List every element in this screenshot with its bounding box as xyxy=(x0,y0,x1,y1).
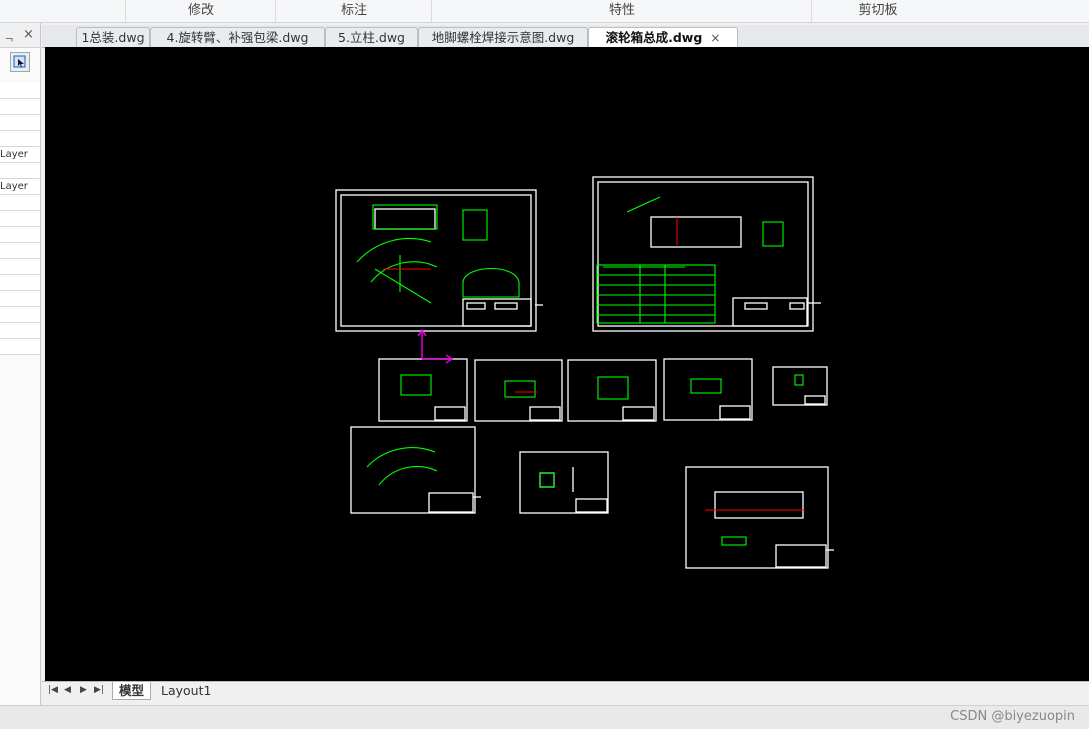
layer-state-button[interactable] xyxy=(10,52,30,72)
ribbon-group-blank xyxy=(0,0,125,22)
small-view xyxy=(794,374,804,386)
part-view xyxy=(400,374,432,396)
title-cell xyxy=(789,302,805,310)
layer-row[interactable] xyxy=(0,291,40,307)
tab-anchor-bolt[interactable]: 地脚螺栓焊接示意图.dwg xyxy=(418,27,588,47)
title-block xyxy=(575,498,608,513)
document-tab-bar: 1总装.dwg 4.旋转臂、补强包梁.dwg 5.立柱.dwg 地脚螺栓焊接示意… xyxy=(42,25,1089,48)
drawing-canvas[interactable] xyxy=(45,47,1089,681)
layer-row[interactable] xyxy=(0,115,40,131)
tab-1-assembly[interactable]: 1总装.dwg xyxy=(76,27,150,47)
last-layout-icon[interactable]: ▶| xyxy=(94,685,104,695)
title-block xyxy=(804,395,826,405)
tab-label: 地脚螺栓焊接示意图.dwg xyxy=(431,30,575,45)
ribbon-group-dimension[interactable]: 标注 xyxy=(275,0,432,22)
layer-row[interactable]: Layer xyxy=(0,179,40,195)
layer-row[interactable] xyxy=(0,163,40,179)
detail-view xyxy=(762,221,784,247)
part-view xyxy=(597,376,629,400)
prev-layout-icon[interactable]: ◀ xyxy=(64,685,71,695)
sheet-frame xyxy=(567,359,657,422)
layer-row[interactable] xyxy=(0,307,40,323)
sheet-frame xyxy=(663,358,753,421)
construction-line xyxy=(374,268,432,304)
model-space-drawing xyxy=(335,176,834,569)
layer-row[interactable] xyxy=(0,131,40,147)
title-cell xyxy=(466,302,486,310)
tab-roller-box-assembly[interactable]: 滚轮箱总成.dwg × xyxy=(588,27,738,48)
layer-row[interactable] xyxy=(0,99,40,115)
ribbon-group-properties[interactable]: 特性 xyxy=(431,0,812,22)
sheet-frame xyxy=(592,176,814,332)
status-bar: CSDN @biyezuopin xyxy=(0,705,1089,729)
layout-tab-bar: |◀ ◀ ▶ ▶| 模型 Layout1 xyxy=(42,681,1089,700)
leader-line xyxy=(626,196,661,213)
arc-view xyxy=(366,447,436,468)
ribbon-group-modify[interactable]: 修改 xyxy=(125,0,276,22)
title-block xyxy=(434,406,466,421)
layer-row[interactable] xyxy=(0,323,40,339)
sheet-frame xyxy=(772,366,828,406)
layer-row[interactable] xyxy=(0,259,40,275)
tab-4-rotating-arm[interactable]: 4.旋转臂、补强包梁.dwg xyxy=(150,27,325,47)
part-view xyxy=(374,208,436,230)
title-block xyxy=(428,492,474,513)
layer-row[interactable] xyxy=(0,339,40,355)
layer-row[interactable] xyxy=(0,195,40,211)
title-cell xyxy=(744,302,768,310)
layer-row[interactable] xyxy=(0,211,40,227)
watermark: CSDN @biyezuopin xyxy=(950,709,1075,724)
pin-icon[interactable]: ᆨ xyxy=(4,28,14,44)
block-view xyxy=(539,472,555,488)
sheet-frame xyxy=(335,189,537,332)
layer-panel: ᆨ × Layer Layer xyxy=(0,23,41,705)
arc-view xyxy=(378,466,438,486)
tab-label: 4.旋转臂、补强包梁.dwg xyxy=(166,30,309,45)
tab-label: 1总装.dwg xyxy=(81,30,145,45)
part-view xyxy=(714,491,804,519)
next-layout-icon[interactable]: ▶ xyxy=(80,685,87,695)
sheet-border xyxy=(597,181,809,327)
close-icon[interactable]: × xyxy=(23,27,34,42)
tab-label: 5.立柱.dwg xyxy=(338,30,405,45)
layer-row[interactable] xyxy=(0,83,40,99)
tab-label: 滚轮箱总成.dwg xyxy=(605,30,703,45)
parts-list xyxy=(596,264,716,324)
part-view xyxy=(690,378,722,394)
part-view xyxy=(504,380,536,398)
layer-panel-header: ᆨ × xyxy=(0,23,40,48)
title-block xyxy=(775,544,827,568)
layer-list: Layer Layer xyxy=(0,83,40,355)
iso-view xyxy=(462,267,520,298)
title-block xyxy=(732,297,808,327)
layer-row[interactable] xyxy=(0,243,40,259)
sheet-border xyxy=(340,194,532,327)
side-view xyxy=(462,209,488,241)
close-tab-icon[interactable]: × xyxy=(710,31,720,45)
layer-row[interactable]: Layer xyxy=(0,147,40,163)
ribbon-group-clipboard[interactable]: 剪切板 xyxy=(811,0,944,22)
ucs-icon xyxy=(417,328,454,364)
title-block xyxy=(719,405,751,420)
tab-layout1[interactable]: Layout1 xyxy=(155,682,217,699)
layer-row[interactable] xyxy=(0,227,40,243)
sheet-frame xyxy=(350,426,476,514)
tab-model[interactable]: 模型 xyxy=(112,682,152,700)
sheet-frame xyxy=(519,451,609,514)
sheet-frame xyxy=(378,358,468,422)
sheet-frame xyxy=(474,359,563,422)
tab-5-column[interactable]: 5.立柱.dwg xyxy=(325,27,418,47)
title-block xyxy=(622,406,655,421)
note-block xyxy=(721,536,747,546)
layer-icon xyxy=(13,55,26,68)
title-cell xyxy=(494,302,518,310)
title-block xyxy=(529,406,561,421)
arc-view xyxy=(370,261,438,283)
arc-view xyxy=(356,238,432,263)
part-view xyxy=(539,472,555,488)
part-view xyxy=(650,216,742,248)
layer-row[interactable] xyxy=(0,275,40,291)
ribbon: 修改 标注 特性 剪切板 xyxy=(0,0,1089,23)
first-layout-icon[interactable]: |◀ xyxy=(48,685,58,695)
